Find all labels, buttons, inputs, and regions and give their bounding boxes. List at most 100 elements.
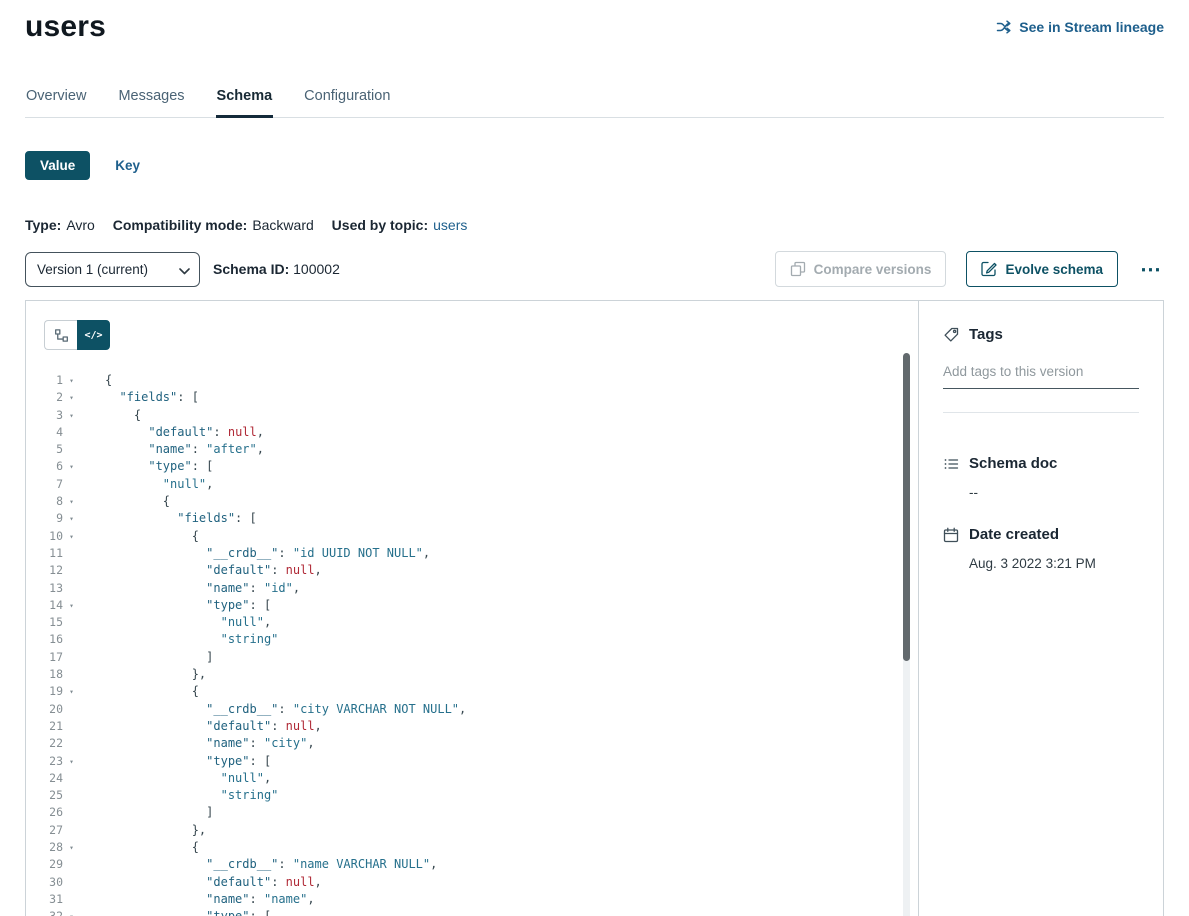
schema-id-value: 100002 [293, 261, 340, 277]
collapse-caret-icon[interactable]: ▾ [63, 407, 80, 424]
code-line: 29 "__crdb__": "name VARCHAR NULL", [26, 856, 918, 873]
code-line: 30 "default": null, [26, 874, 918, 891]
line-number: 25 [26, 787, 63, 804]
caret-spacer [63, 580, 80, 597]
line-number: 13 [26, 580, 63, 597]
code-line-text: "name": "name", [105, 891, 315, 908]
code-view-icon: </> [84, 330, 102, 341]
code-view-button[interactable]: </> [77, 320, 110, 350]
schema-panel: </> 1▾{2▾ "fields": [3▾ {4 "default": nu… [25, 300, 1164, 916]
code-line-text: "default": null, [105, 718, 322, 735]
code-line-text: "type": [ [105, 753, 271, 770]
stream-lineage-link[interactable]: See in Stream lineage [996, 19, 1164, 35]
collapse-caret-icon[interactable]: ▾ [63, 372, 80, 389]
code-line: 18 }, [26, 666, 918, 683]
tree-view-button[interactable] [44, 320, 77, 350]
code-line-text: "type": [ [105, 908, 271, 916]
tab-messages[interactable]: Messages [117, 88, 185, 117]
code-line-text: "string" [105, 631, 278, 648]
evolve-schema-button[interactable]: Evolve schema [966, 251, 1118, 287]
line-number: 30 [26, 874, 63, 891]
used-by-topic-label: Used by topic: [332, 217, 428, 233]
line-number: 29 [26, 856, 63, 873]
line-number: 14 [26, 597, 63, 614]
collapse-caret-icon[interactable]: ▾ [63, 753, 80, 770]
collapse-caret-icon[interactable]: ▾ [63, 839, 80, 856]
code-line: 32▾ "type": [ [26, 908, 918, 916]
code-line-text: "fields": [ [105, 510, 257, 527]
line-number: 12 [26, 562, 63, 579]
add-tags-input[interactable] [943, 360, 1139, 389]
line-number: 17 [26, 649, 63, 666]
collapse-caret-icon[interactable]: ▾ [63, 597, 80, 614]
page-title: users [25, 10, 106, 44]
code-line-text: "__crdb__": "id UUID NOT NULL", [105, 545, 430, 562]
code-line-text: { [105, 493, 170, 510]
line-number: 7 [26, 476, 63, 493]
code-line-text: "string" [105, 787, 278, 804]
code-line-text: "fields": [ [105, 389, 199, 406]
code-line: 6▾ "type": [ [26, 458, 918, 475]
code-line: 16 "string" [26, 631, 918, 648]
code-line-text: "null", [105, 614, 271, 631]
tab-schema[interactable]: Schema [216, 88, 274, 117]
code-line: 1▾{ [26, 372, 918, 389]
caret-spacer [63, 476, 80, 493]
caret-spacer [63, 614, 80, 631]
line-number: 28 [26, 839, 63, 856]
caret-spacer [63, 770, 80, 787]
scrollbar-thumb[interactable] [903, 353, 910, 661]
version-select[interactable]: Version 1 (current) [25, 252, 200, 287]
code-line: 2▾ "fields": [ [26, 389, 918, 406]
caret-spacer [63, 822, 80, 839]
caret-spacer [63, 874, 80, 891]
code-line-text: { [105, 683, 199, 700]
caret-spacer [63, 562, 80, 579]
key-toggle-link[interactable]: Key [115, 158, 140, 173]
value-toggle-button[interactable]: Value [25, 151, 90, 180]
collapse-caret-icon[interactable]: ▾ [63, 683, 80, 700]
line-number: 27 [26, 822, 63, 839]
code-line: 23▾ "type": [ [26, 753, 918, 770]
compatibility-label: Compatibility mode: [113, 217, 248, 233]
date-created-title: Date created [969, 526, 1059, 543]
line-number: 2 [26, 389, 63, 406]
line-number: 3 [26, 407, 63, 424]
tab-overview[interactable]: Overview [25, 88, 87, 117]
collapse-caret-icon[interactable]: ▾ [63, 510, 80, 527]
collapse-caret-icon[interactable]: ▾ [63, 908, 80, 916]
code-line: 19▾ { [26, 683, 918, 700]
caret-spacer [63, 804, 80, 821]
more-options-button[interactable]: ⋯ [1138, 257, 1164, 282]
code-line-text: "default": null, [105, 424, 264, 441]
code-line-text: "null", [105, 770, 271, 787]
code-line: 5 "name": "after", [26, 441, 918, 458]
compare-versions-button[interactable]: Compare versions [775, 251, 947, 287]
topic-link[interactable]: users [433, 217, 467, 233]
collapse-caret-icon[interactable]: ▾ [63, 528, 80, 545]
collapse-caret-icon[interactable]: ▾ [63, 458, 80, 475]
code-line: 26 ] [26, 804, 918, 821]
tab-configuration[interactable]: Configuration [303, 88, 391, 117]
line-number: 10 [26, 528, 63, 545]
version-select-wrap: Version 1 (current) [25, 252, 200, 287]
schema-doc-section-header: Schema doc [943, 455, 1139, 472]
tags-title: Tags [969, 326, 1003, 343]
caret-spacer [63, 701, 80, 718]
stream-lineage-icon [996, 19, 1012, 35]
caret-spacer [63, 735, 80, 752]
code-line: 8▾ { [26, 493, 918, 510]
code-line: 27 }, [26, 822, 918, 839]
code-line-text: }, [105, 666, 206, 683]
date-created-section-header: Date created [943, 526, 1139, 543]
code-line-text: "__crdb__": "city VARCHAR NOT NULL", [105, 701, 466, 718]
collapse-caret-icon[interactable]: ▾ [63, 389, 80, 406]
code-line-text: "__crdb__": "name VARCHAR NULL", [105, 856, 437, 873]
schema-id-label: Schema ID: [213, 261, 289, 277]
code-line: 13 "name": "id", [26, 580, 918, 597]
line-number: 5 [26, 441, 63, 458]
collapse-caret-icon[interactable]: ▾ [63, 493, 80, 510]
line-number: 22 [26, 735, 63, 752]
code-line-text: "type": [ [105, 597, 271, 614]
line-number: 8 [26, 493, 63, 510]
